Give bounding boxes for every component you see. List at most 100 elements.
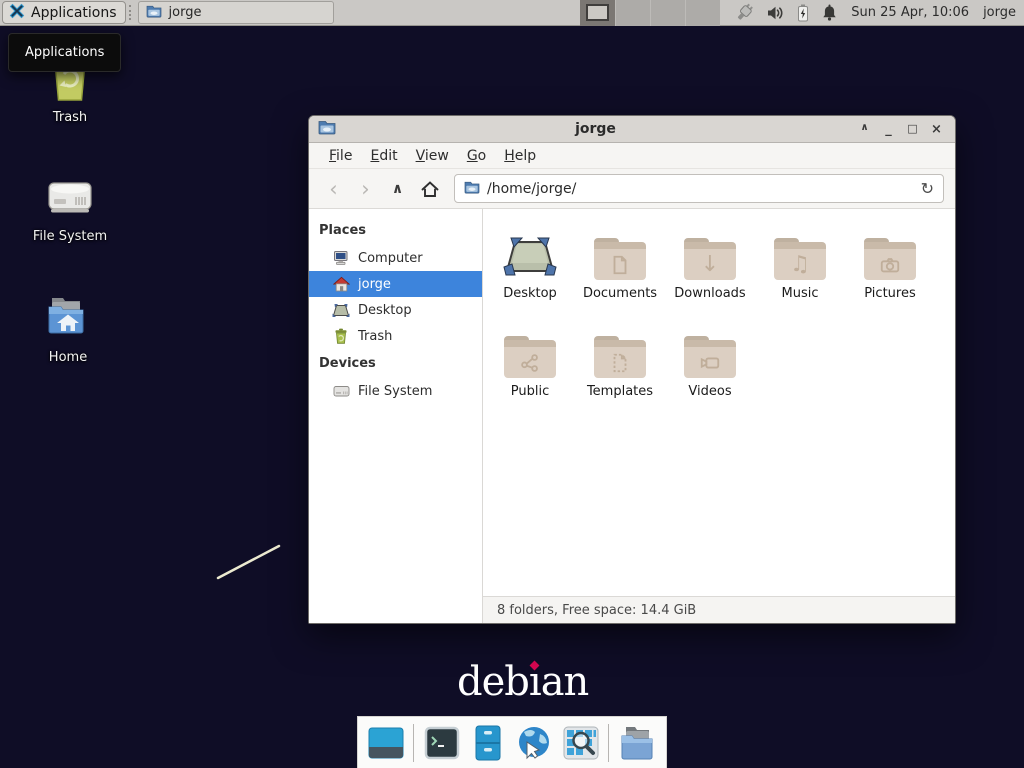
template-document-glyph [594, 347, 646, 378]
path-input[interactable]: /home/jorge/ [487, 181, 914, 197]
xfce-logo-icon [9, 3, 25, 23]
folder-music[interactable]: ♫ Music [755, 228, 845, 301]
folder-icon [594, 336, 646, 378]
workspace-2[interactable] [615, 0, 650, 26]
battery-icon[interactable] [796, 4, 810, 22]
applications-menu-button[interactable]: Applications [2, 1, 126, 24]
path-folder-icon [464, 179, 480, 198]
desktop-icon [332, 303, 350, 318]
sidebar: Places Computer [309, 209, 483, 623]
folder-pictures[interactable]: Pictures [845, 228, 935, 301]
applications-tooltip: Applications [8, 33, 121, 72]
sidebar-item-file-system[interactable]: File System [309, 378, 482, 404]
camera-glyph [864, 249, 916, 280]
computer-icon [332, 250, 350, 266]
sidebar-item-label: Desktop [358, 303, 412, 318]
workspace-1[interactable] [580, 0, 615, 26]
reload-button[interactable]: ↻ [921, 179, 934, 198]
panel-user-menu[interactable]: jorge [983, 5, 1016, 20]
workspace-4[interactable] [685, 0, 720, 26]
sidebar-item-label: File System [358, 384, 432, 399]
menu-view[interactable]: View [407, 146, 458, 166]
sidebar-item-label: Computer [358, 251, 423, 266]
file-cabinet-icon[interactable] [469, 723, 507, 763]
folder-icon [864, 238, 916, 280]
folder-templates[interactable]: Templates [575, 326, 665, 399]
folder-label: Music [782, 286, 819, 301]
workspace-3[interactable] [650, 0, 685, 26]
sidebar-item-desktop[interactable]: Desktop [309, 297, 482, 323]
up-button[interactable]: ∧ [384, 176, 411, 202]
power-plug-icon[interactable] [735, 3, 755, 22]
trash-icon [332, 328, 350, 344]
dock-separator [608, 724, 609, 762]
folder-icon: ♫ [774, 238, 826, 280]
folder-downloads[interactable]: ↓ Downloads [665, 228, 755, 301]
panel-handle[interactable] [129, 5, 134, 20]
forward-button[interactable]: › [352, 176, 379, 202]
path-bar[interactable]: /home/jorge/ ↻ [454, 174, 944, 203]
notifications-bell-icon[interactable] [821, 4, 838, 21]
folder-label: Pictures [864, 286, 915, 301]
window-titlebar[interactable]: jorge ∧ _ □ × [309, 116, 955, 143]
close-button[interactable]: × [927, 122, 946, 137]
volume-icon[interactable] [766, 5, 785, 21]
sidebar-item-jorge[interactable]: jorge [309, 271, 482, 297]
menu-file[interactable]: File [320, 146, 361, 166]
debian-logo: debıan [457, 659, 588, 705]
hard-drive-icon [45, 172, 95, 224]
folder-label: Downloads [674, 286, 745, 301]
download-arrow-glyph: ↓ [684, 249, 736, 280]
desktop-icon-label: Trash [53, 110, 87, 125]
desktop-icon-file-system[interactable]: File System [23, 172, 117, 244]
taskbar-window-label: jorge [169, 5, 202, 20]
window-title: jorge [342, 121, 849, 137]
folder-icon [594, 238, 646, 280]
sidebar-header-places: Places [309, 216, 482, 245]
show-desktop-icon[interactable] [367, 723, 405, 763]
web-browser-globe-icon[interactable] [515, 723, 553, 763]
sidebar-item-trash[interactable]: Trash [309, 323, 482, 349]
video-camera-glyph [684, 347, 736, 378]
folder-documents[interactable]: Documents [575, 228, 665, 301]
folder-public[interactable]: Public [485, 326, 575, 399]
taskbar-window-button[interactable]: jorge [138, 1, 334, 24]
sidebar-item-label: Trash [358, 329, 392, 344]
menu-edit[interactable]: Edit [361, 146, 406, 166]
system-tray [735, 3, 838, 22]
desktop-icon-home[interactable]: Home [21, 295, 115, 365]
sidebar-item-label: jorge [358, 277, 391, 292]
minimize-button[interactable]: _ [879, 122, 898, 137]
desktop-icon-label: Home [49, 350, 87, 365]
sidebar-item-computer[interactable]: Computer [309, 245, 482, 271]
home-icon [332, 276, 350, 292]
window-controls: ∧ _ □ × [855, 122, 946, 137]
terminal-icon[interactable] [422, 723, 460, 763]
folder-desktop[interactable]: Desktop [485, 228, 575, 301]
directory-menu-folder-icon[interactable] [617, 723, 657, 763]
sidebar-header-devices: Devices [309, 349, 482, 378]
workspace-switcher [580, 0, 720, 26]
folder-icon [684, 336, 736, 378]
menu-help[interactable]: Help [495, 146, 545, 166]
file-manager-window: jorge ∧ _ □ × File Edit View Go Help ‹ ›… [308, 115, 956, 624]
folder-label: Desktop [503, 286, 557, 301]
statusbar: 8 folders, Free space: 14.4 GiB [483, 596, 955, 623]
panel-clock[interactable]: Sun 25 Apr, 10:06 [851, 5, 969, 20]
menu-go[interactable]: Go [458, 146, 495, 166]
desktop-special-icon [502, 228, 558, 280]
toolbar: ‹ › ∧ /home/jorge/ ↻ [309, 169, 955, 209]
maximize-button[interactable]: □ [903, 122, 922, 137]
bottom-dock [357, 716, 667, 768]
folder-icon [146, 4, 162, 22]
folder-label: Documents [583, 286, 657, 301]
panel-right-area: Sun 25 Apr, 10:06 jorge [580, 0, 1024, 26]
file-icon-view: Desktop Documents [483, 209, 955, 596]
document-glyph [594, 249, 646, 280]
folder-videos[interactable]: Videos [665, 326, 755, 399]
hard-drive-icon [332, 385, 350, 398]
back-button[interactable]: ‹ [320, 176, 347, 202]
app-finder-icon[interactable] [562, 723, 600, 763]
home-button[interactable] [416, 176, 443, 202]
shade-button[interactable]: ∧ [855, 122, 874, 137]
